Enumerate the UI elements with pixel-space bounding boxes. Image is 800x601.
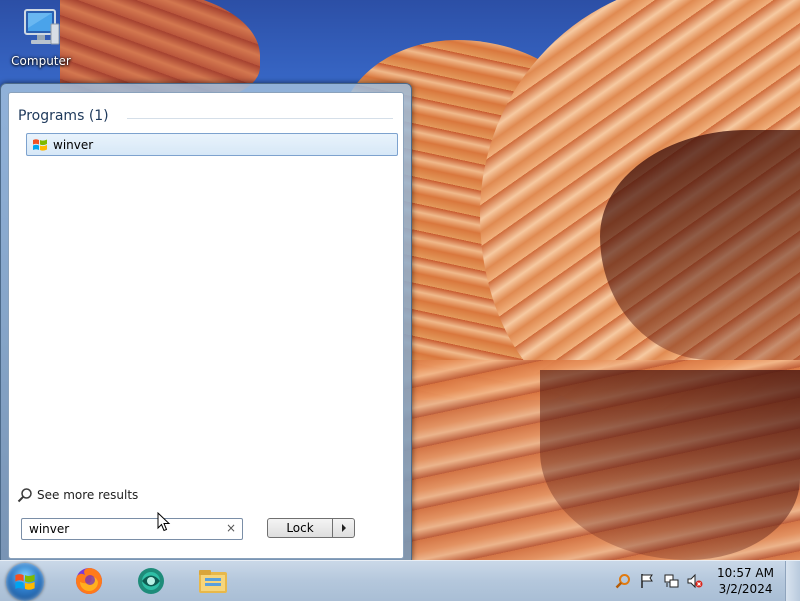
clear-search-icon[interactable]: × [226,521,236,535]
taskbar-globe-app[interactable] [134,564,168,598]
flag-icon[interactable] [639,573,655,589]
taskbar-clock[interactable]: 10:57 AM 3/2/2024 [717,565,774,597]
start-button[interactable] [6,563,44,601]
clock-date: 3/2/2024 [718,582,773,596]
power-button-group: Lock [267,518,355,538]
search-results-pane: Programs (1) winver See more results [8,92,404,559]
firefox-icon [76,568,102,594]
start-search-input[interactable] [27,521,221,537]
power-options-arrow[interactable] [333,518,355,538]
search-result-label: winver [53,137,94,152]
globe-app-icon [138,568,164,594]
start-menu: Programs (1) winver See more results × [0,83,412,562]
show-desktop-button[interactable] [785,561,800,601]
divider [127,118,393,119]
desktop-icon-label: Computer [11,54,71,68]
lock-button[interactable]: Lock [267,518,333,538]
see-more-results-link[interactable]: See more results [17,487,138,503]
clock-time: 10:57 AM [717,566,774,580]
search-bar-area: × Lock [8,506,402,558]
chevron-right-icon [341,524,346,532]
taskbar-file-explorer[interactable] [196,564,230,598]
desktop-icon-computer[interactable]: Computer [6,6,76,76]
see-more-label: See more results [37,488,139,502]
search-icon[interactable] [615,573,631,589]
system-tray: 10:57 AM 3/2/2024 [607,561,774,601]
start-search-box[interactable]: × [21,518,243,540]
mouse-cursor-icon [157,512,171,532]
windows-logo-icon [15,574,35,590]
taskbar-firefox[interactable] [72,564,106,598]
windows-flag-icon [33,138,47,151]
folder-icon [199,570,227,593]
computer-icon [24,9,60,45]
search-icon [17,488,32,503]
taskbar: 10:57 AM 3/2/2024 [0,560,800,601]
search-result-winver[interactable]: winver [26,133,398,156]
volume-muted-icon[interactable] [687,573,703,589]
network-icon[interactable] [663,573,679,589]
programs-group-header: Programs (1) [18,108,109,124]
